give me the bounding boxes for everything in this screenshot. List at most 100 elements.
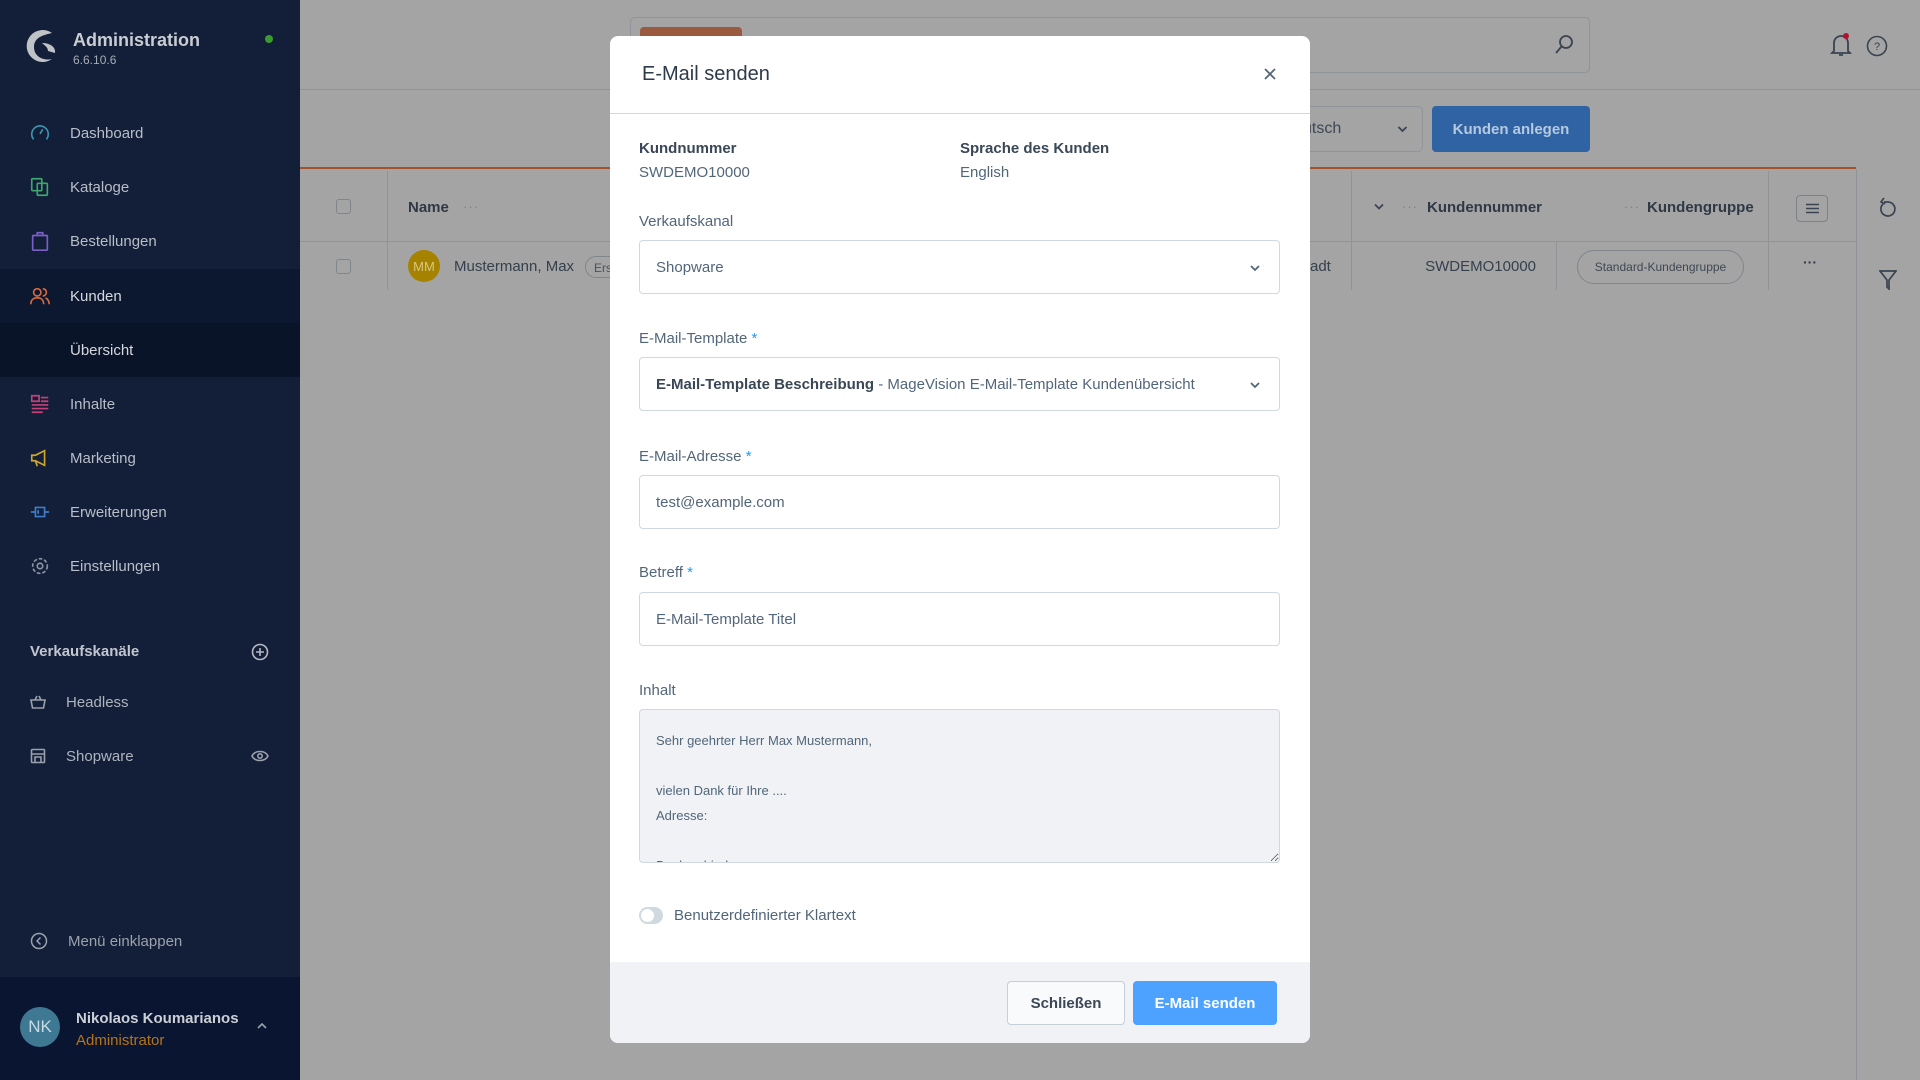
column-menu-icon[interactable]: ··· (463, 199, 479, 214)
chevron-down-icon (1397, 125, 1408, 133)
sidebar-item-bestellungen[interactable]: Bestellungen (0, 214, 300, 268)
gear-icon (29, 555, 51, 577)
sales-channels-heading: Verkaufskanäle (30, 643, 139, 660)
sidebar-item-einstellungen[interactable]: Einstellungen (0, 539, 300, 593)
row-checkbox[interactable] (336, 259, 351, 274)
svg-text:?: ? (1874, 41, 1880, 53)
column-header-name[interactable]: Name (408, 199, 449, 216)
subject-placeholder: E-Mail-Template Titel (656, 611, 796, 628)
sales-channel-headless[interactable]: Headless (0, 680, 300, 724)
content-icon (29, 393, 51, 415)
sidebar-item-inhalte[interactable]: Inhalte (0, 377, 300, 431)
customer-city: adt (1310, 258, 1331, 275)
subject-input[interactable]: E-Mail-Template Titel (639, 592, 1280, 646)
sales-channel-value: Shopware (656, 259, 724, 276)
customer-number-value: SWDEMO10000 (639, 164, 750, 181)
list-icon (1806, 203, 1819, 214)
sidebar-item-label: Bestellungen (70, 233, 157, 250)
gauge-icon (29, 122, 51, 144)
subject-label: Betreff * (639, 564, 693, 581)
sort-chevron-icon[interactable] (1374, 203, 1384, 210)
user-avatar: NK (20, 1007, 60, 1047)
email-address-value: test@example.com (656, 494, 785, 511)
sidebar: Administration 6.6.10.6 Dashboard Katalo… (0, 0, 300, 1080)
close-icon[interactable] (1260, 64, 1280, 84)
sales-channel-label: Headless (66, 694, 129, 711)
email-template-select[interactable]: E-Mail-Template Beschreibung - MageVisio… (639, 357, 1280, 411)
basket-icon (30, 694, 46, 710)
email-template-label: E-Mail-Template * (639, 330, 757, 347)
send-email-button[interactable]: E-Mail senden (1133, 981, 1277, 1025)
app-title: Administration (73, 30, 200, 51)
content-label: Inhalt (639, 682, 676, 699)
column-menu-icon[interactable]: ··· (1402, 199, 1418, 214)
bag-icon (29, 230, 51, 252)
sidebar-item-label: Dashboard (70, 125, 143, 142)
modal-header: E-Mail senden (610, 36, 1310, 114)
add-circle-icon[interactable] (251, 643, 269, 661)
chevron-left-circle-icon (30, 932, 48, 950)
sidebar-item-kataloge[interactable]: Kataloge (0, 160, 300, 214)
sidebar-item-label: Marketing (70, 450, 136, 467)
help-icon[interactable]: ? (1866, 35, 1888, 57)
close-button[interactable]: Schließen (1007, 981, 1125, 1025)
select-all-checkbox[interactable] (336, 199, 351, 214)
customer-language-value: English (960, 164, 1009, 181)
customer-number: SWDEMO10000 (1380, 258, 1536, 275)
column-menu-icon[interactable]: ··· (1624, 199, 1640, 214)
custom-plaintext-label: Benutzerdefinierter Klartext (674, 907, 856, 924)
sidebar-item-label: Einstellungen (70, 558, 160, 575)
storefront-icon (30, 748, 46, 764)
sidebar-item-erweiterungen[interactable]: Erweiterungen (0, 485, 300, 539)
refresh-icon[interactable] (1878, 197, 1898, 219)
search-icon[interactable] (1554, 34, 1574, 56)
users-icon (29, 285, 51, 307)
app-version: 6.6.10.6 (73, 53, 116, 67)
plug-icon (29, 501, 51, 523)
right-sidebar (1856, 169, 1920, 1080)
column-divider (1556, 242, 1557, 290)
template-description: - MageVision E-Mail-Template Kundenübers… (874, 376, 1195, 393)
customer-number-label: Kundnummer (639, 140, 737, 157)
filter-icon[interactable] (1879, 270, 1897, 290)
send-email-modal: E-Mail senden Kundnummer SWDEMO10000 Spr… (610, 36, 1310, 1043)
status-indicator (265, 35, 273, 43)
customer-language-label: Sprache des Kunden (960, 140, 1109, 157)
sidebar-item-label: Kunden (70, 288, 122, 305)
sidebar-item-dashboard[interactable]: Dashboard (0, 106, 300, 160)
column-header-customer-group[interactable]: Kundengruppe (1647, 199, 1754, 216)
customer-group-badge: Standard-Kundengruppe (1577, 250, 1744, 284)
customer-name-link[interactable]: Mustermann, Max (454, 258, 574, 275)
shopware-logo-icon (22, 27, 58, 65)
sidebar-item-label: Kataloge (70, 179, 129, 196)
email-address-label: E-Mail-Adresse * (639, 448, 752, 465)
modal-title: E-Mail senden (642, 63, 770, 86)
chevron-down-icon (1249, 262, 1261, 274)
notification-bell-icon[interactable] (1830, 32, 1852, 58)
sales-channel-label: Shopware (66, 748, 134, 765)
user-name: Nikolaos Koumarianos (76, 1010, 239, 1027)
sidebar-item-label: Erweiterungen (70, 504, 167, 521)
sales-channel-label: Verkaufskanal (639, 213, 733, 230)
collapse-menu-label: Menü einklappen (68, 933, 182, 950)
sidebar-item-kunden[interactable]: Kunden (0, 269, 300, 323)
column-header-customer-number[interactable]: Kundennummer (1427, 199, 1542, 216)
chevron-down-icon (1249, 379, 1261, 391)
sidebar-item-label: Übersicht (70, 342, 133, 359)
sidebar-item-label: Inhalte (70, 396, 115, 413)
user-role: Administrator (76, 1032, 164, 1049)
sidebar-item-marketing[interactable]: Marketing (0, 431, 300, 485)
collapse-menu-button[interactable]: Menü einklappen (30, 932, 182, 950)
template-name: E-Mail-Template Beschreibung (656, 376, 874, 393)
create-customer-button[interactable]: Kunden anlegen (1432, 106, 1590, 152)
email-address-input[interactable]: test@example.com (639, 475, 1280, 529)
sales-channel-select[interactable]: Shopware (639, 240, 1280, 294)
content-textarea[interactable]: Sehr geehrter Herr Max Mustermann, viele… (639, 709, 1280, 863)
row-actions-button[interactable]: ··· (1803, 254, 1817, 270)
sidebar-item-uebersicht[interactable]: Übersicht (0, 323, 300, 377)
column-settings-button[interactable] (1796, 195, 1828, 222)
chevron-up-icon[interactable] (256, 1022, 268, 1030)
copy-icon (29, 176, 51, 198)
custom-plaintext-toggle[interactable] (639, 907, 663, 924)
eye-icon[interactable] (251, 749, 269, 763)
